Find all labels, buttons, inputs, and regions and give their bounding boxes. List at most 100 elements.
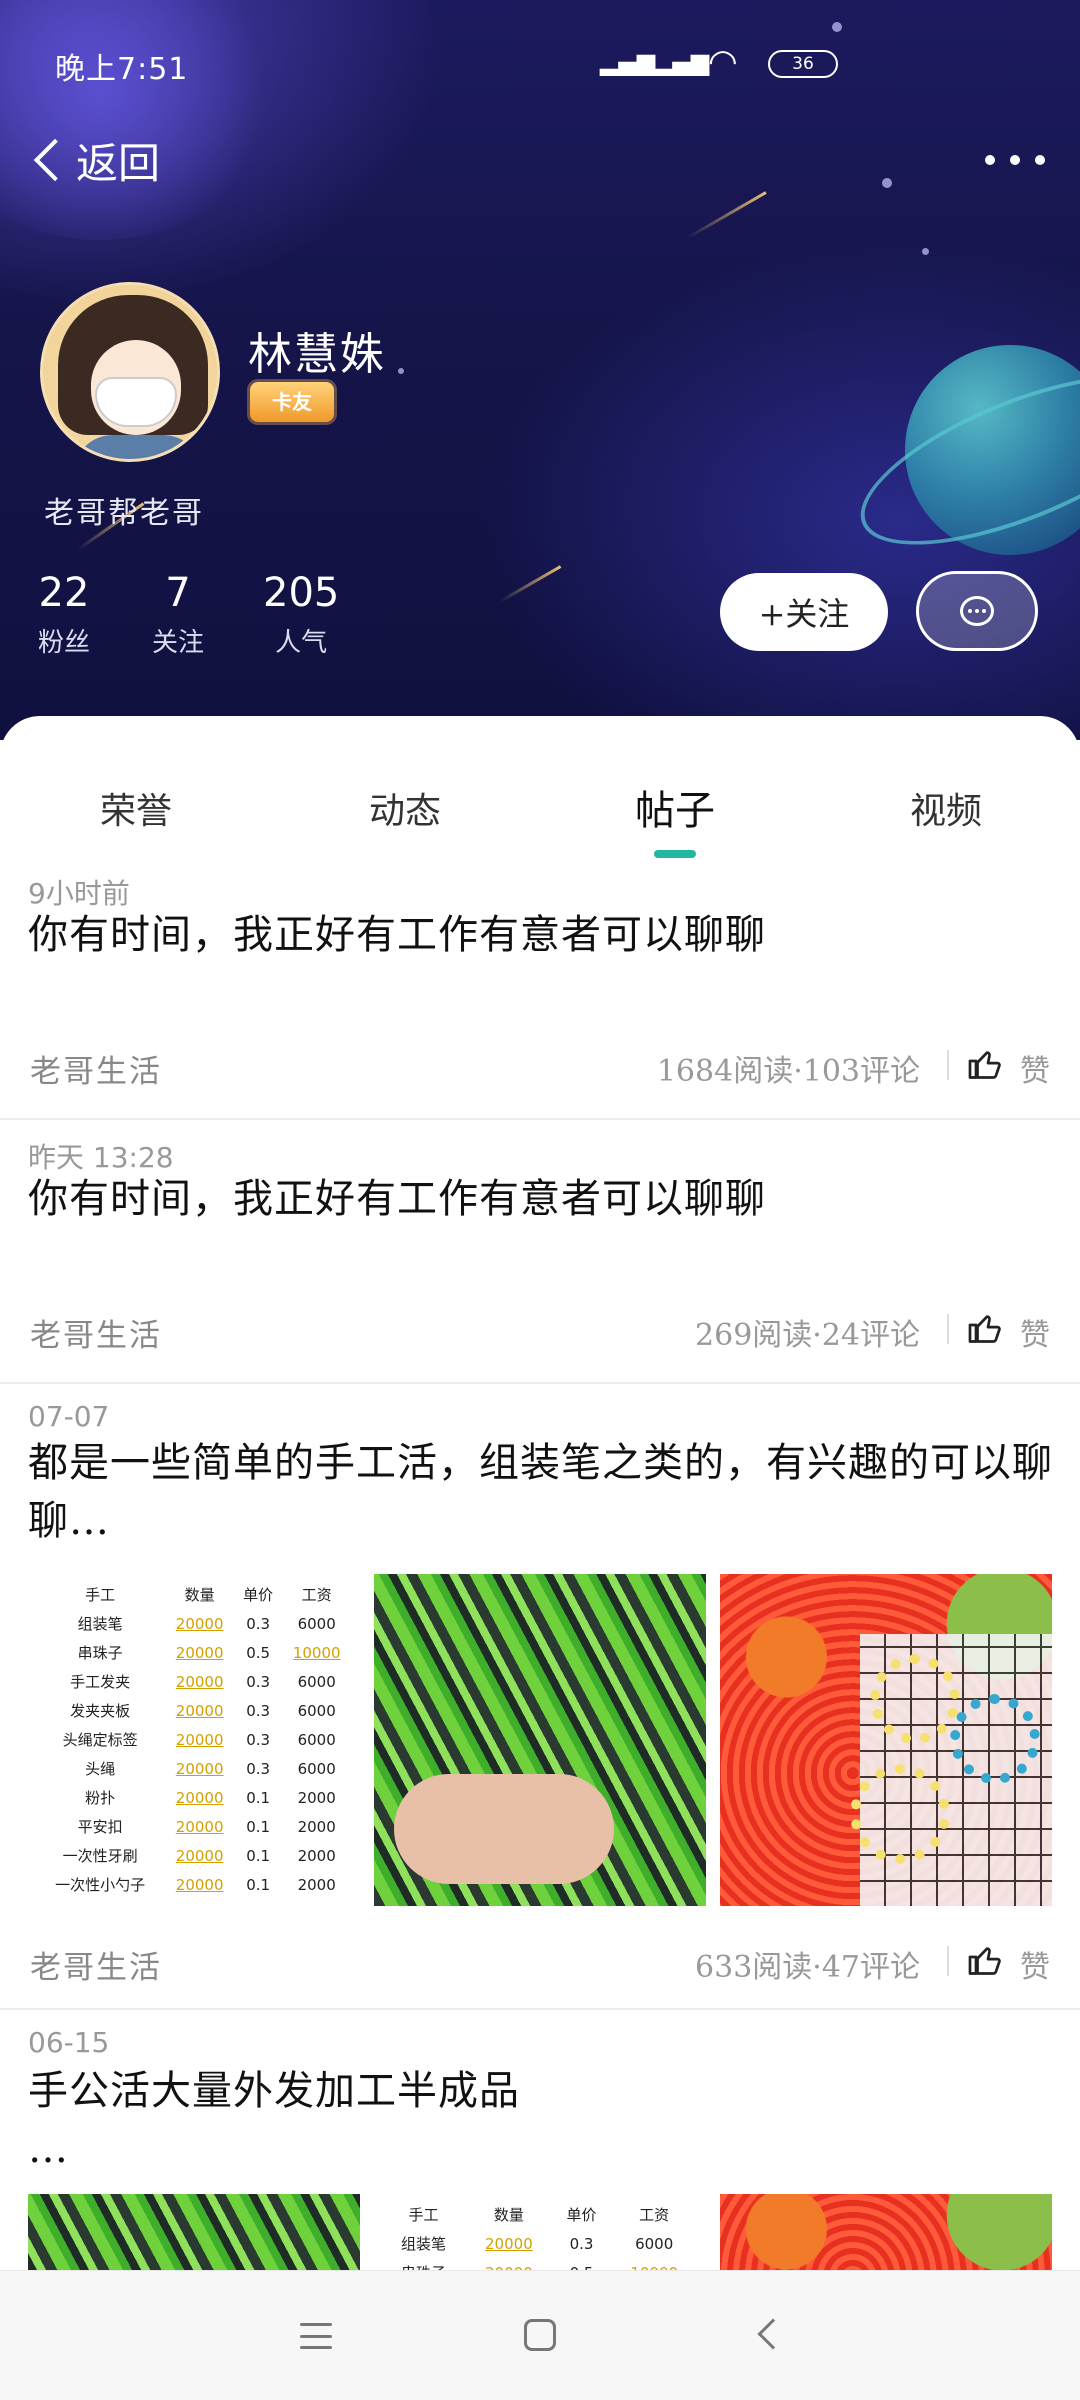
table-cell: 一次性小梳子 [36,1899,164,1906]
tab-honors[interactable]: 荣誉 [100,782,172,834]
like-label[interactable]: 赞 [1020,1310,1050,1354]
table-cell: 头绳定标签 [62,1731,138,1749]
signal-icon: ▂▄▆ [600,48,656,76]
dot-icon [1035,155,1045,165]
post-category[interactable]: 老哥生活 [30,1046,162,1091]
table-cell: 一次性小勺子 [55,1876,146,1894]
table-row: 串珠子 20000 0.5 10000 [36,1638,352,1667]
post-item[interactable]: 9小时前 你有时间，我正好有工作有意者可以聊聊 老哥生活 1684阅读·103评… [0,864,1080,1120]
table-cell: 0.3 [246,1614,271,1633]
chevron-left-icon [33,138,77,182]
table-row: 组装笔 20000 0.3 6000 [36,1609,352,1638]
post-stats: 1684阅读·103评论 [656,1054,920,1089]
table-cell: 2000 [297,1875,336,1894]
table-row: 一次性牙刷 20000 0.1 2000 [36,1841,352,1870]
stat-popularity: 205 人气 [263,570,339,659]
avatar-mask [95,377,177,427]
dot-icon [1010,155,1020,165]
table-cell: 20000 [175,1614,224,1633]
back-icon[interactable] [757,2318,789,2350]
profile-header: 晚上7:51 ▂▄▆ ▂▄▆ ◠ 36 返回 林慧姝 卡友 老哥帮老哥 22 粉… [0,0,1080,740]
active-tab-indicator [654,850,696,858]
table-cell: 6000 [297,1730,336,1749]
thumbs-up-icon[interactable] [967,1310,1003,1346]
post-image-pens[interactable] [374,1574,706,1906]
table-row: 头绳定标签 20000 0.3 6000 [36,1725,352,1754]
menu-icon[interactable] [300,2323,332,2349]
table-cell: 手工发夹 [70,1673,131,1691]
content-sheet: 荣誉 动态 帖子 视频 9小时前 你有时间，我正好有工作有意者可以聊聊 老哥生活… [0,716,1080,2334]
stat-fans[interactable]: 22 粉丝 [38,570,90,659]
avatar[interactable] [40,282,220,462]
home-icon[interactable] [524,2319,556,2351]
table-cell: 粉扑 [85,1789,116,1807]
table-cell: 组装笔 [401,2235,447,2253]
profile-name: 林慧姝 [248,329,386,380]
post-title: 你有时间，我正好有工作有意者可以聊聊 [28,1176,766,1222]
system-nav-bar [0,2270,1080,2400]
table-cell: 0.3 [246,1759,271,1778]
chat-bubble-icon [960,596,994,626]
like-label[interactable]: 赞 [1020,1046,1050,1090]
table-header-cell: 单价 [243,1586,274,1604]
table-cell: 平安扣 [77,1818,123,1836]
like-label[interactable]: 赞 [1020,1942,1050,1986]
table-header-cell: 工资 [639,2206,670,2224]
post-stats: 269阅读·24评论 [695,1318,920,1353]
post-category[interactable]: 老哥生活 [30,1942,162,1987]
table-cell: 发夹夹板 [70,1702,131,1720]
table-row: 粉扑 20000 0.1 2000 [36,1783,352,1812]
post-image-wage-table[interactable]: 手工 数量 单价 工资 组装笔 20000 0.3 6000 串珠子 20000 0.5 10000 手… [28,1574,360,1906]
follow-button[interactable]: +关注 [720,573,888,651]
table-row: 发夹夹板 20000 0.3 6000 [36,1696,352,1725]
table-header-cell: 数量 [184,1586,215,1604]
star-decoration [398,368,404,374]
table-cell: 0.1 [246,1788,271,1807]
table-row: 组装笔 20000 0.3 6000 [382,2229,698,2258]
table-row: 一次性小勺子 20000 0.1 2000 [36,1870,352,1899]
profile-bio: 老哥帮老哥 [44,496,204,531]
post-item[interactable]: 07-07 都是一些简单的手工活，组装笔之类的，有兴趣的可以聊聊… 手工 数量 单价… [0,1384,1080,2010]
table-row: 手工发夹 20000 0.3 6000 [36,1667,352,1696]
wifi-icon: ◠ [708,42,738,82]
table-cell: 20000 [175,1643,224,1662]
table-cell: 6000 [297,1701,336,1720]
back-button[interactable]: 返回 [28,130,160,190]
stat-following[interactable]: 7 关注 [152,570,204,659]
stat-value: 205 [263,570,340,616]
tab-posts[interactable]: 帖子 [635,778,715,836]
table-cell: 6000 [297,1614,336,1633]
thumbs-up-icon[interactable] [967,1942,1003,1978]
table-cell: 0.1 [246,1817,271,1836]
bead-bracelet [870,1654,960,1744]
table-cell: 2000 [297,1788,336,1807]
message-button[interactable] [916,571,1038,651]
table-header-cell: 数量 [493,2206,524,2224]
tab-bar: 荣誉 动态 帖子 视频 [0,716,1080,858]
bead-bracelet [850,1764,950,1864]
table-cell: 20000 [485,2234,533,2253]
status-bar: 晚上7:51 ▂▄▆ ▂▄▆ ◠ 36 [0,0,1080,120]
table-cell: 0.3 [246,1672,271,1691]
more-options-button[interactable] [985,150,1045,170]
table-cell: 20000 [175,1817,224,1836]
tab-videos[interactable]: 视频 [910,782,982,834]
tab-activity[interactable]: 动态 [369,782,441,834]
bead-bracelet [950,1694,1040,1784]
table-cell: 2000 [281,1899,352,1907]
thumbs-up-icon[interactable] [967,1046,1003,1082]
post-title: 都是一些简单的手工活，组装笔之类的，有兴趣的可以聊聊… [28,1440,1053,1544]
table-cell: 0.1 [235,1899,281,1907]
divider [947,1050,949,1080]
post-category[interactable]: 老哥生活 [30,1310,162,1355]
status-time: 晚上7:51 [55,52,189,87]
table-cell: 串珠子 [77,1644,123,1662]
table-header-cell: 手工 [408,2206,439,2224]
table-cell: 20000 [175,1701,224,1720]
post-item[interactable]: 昨天 13:28 你有时间，我正好有工作有意者可以聊聊 老哥生活 269阅读·2… [0,1120,1080,1384]
table-cell: 20000 [175,1730,224,1749]
table-cell: 0.3 [246,1730,271,1749]
post-image-beads[interactable] [720,1574,1052,1906]
post-date: 06-15 [28,2026,110,2059]
post-date: 07-07 [28,1400,110,1433]
